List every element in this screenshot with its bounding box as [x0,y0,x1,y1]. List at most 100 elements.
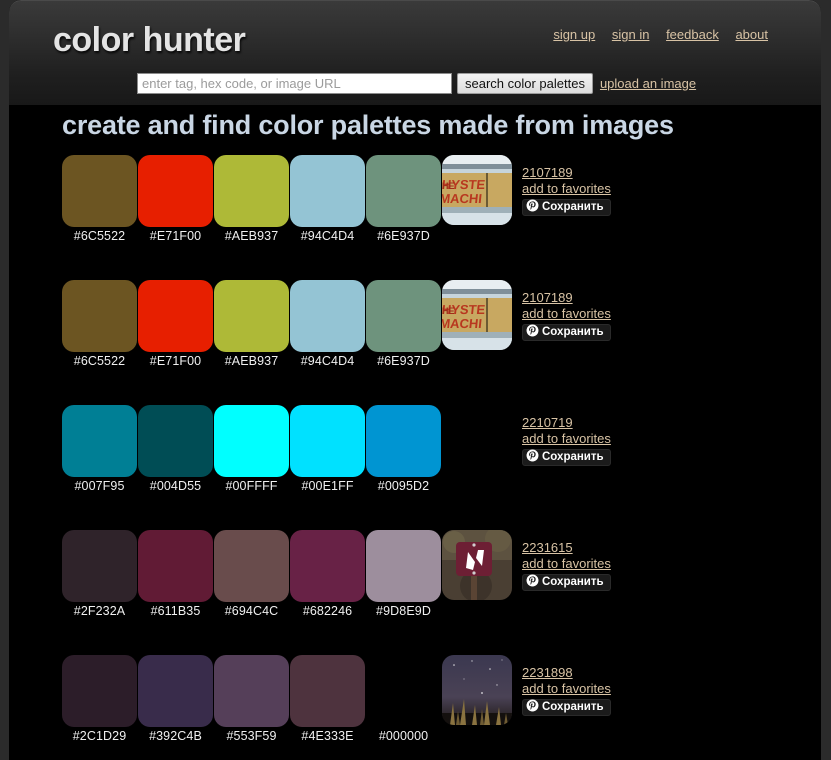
color-swatch[interactable] [214,530,289,602]
color-swatch[interactable] [366,530,441,602]
palette-meta: 2107189 add to favorites Сохранить [522,165,752,217]
page-container: color hunter sign up sign in feedback ab… [9,0,821,760]
palette-thumbnail[interactable]: HYSTE MACHI HE [442,155,512,225]
swatch-cell: #2F232A [62,530,137,618]
swatch-group: #6C5522 #E71F00 #AEB937 #94C4D4 #6E937D [62,155,442,243]
pinterest-save-label: Сохранить [542,576,604,588]
palette-thumbnail[interactable]: HYSTE MACHI HE [442,280,512,350]
add-to-favorites-link[interactable]: add to favorites [522,431,752,446]
swatch-cell: #AEB937 [214,280,289,368]
search-input[interactable] [137,73,452,94]
pinterest-save-label: Сохранить [542,701,604,713]
color-swatch[interactable] [138,280,213,352]
swatch-hex-label: #682246 [302,604,353,618]
add-to-favorites-link[interactable]: add to favorites [522,556,752,571]
nav-sign-in[interactable]: sign in [612,27,650,42]
color-swatch[interactable] [214,655,289,727]
color-swatch[interactable] [214,405,289,477]
swatch-hex-label: #007F95 [74,479,125,493]
swatch-hex-label: #392C4B [149,729,202,743]
color-swatch[interactable] [62,655,137,727]
palette-meta: 2107189 add to favorites Сохранить [522,290,752,342]
pinterest-save-button[interactable]: Сохранить [522,324,611,341]
swatch-hex-label: #6C5522 [73,354,126,368]
color-swatch[interactable] [366,280,441,352]
color-swatch[interactable] [138,530,213,602]
swatch-cell: #611B35 [138,530,213,618]
palette-id-link[interactable]: 2210719 [522,415,752,430]
swatch-hex-label: #94C4D4 [300,354,355,368]
palette-thumbnail[interactable] [442,530,512,600]
search-button[interactable]: search color palettes [457,73,593,94]
color-swatch[interactable] [62,530,137,602]
swatch-cell: #392C4B [138,655,213,743]
color-swatch[interactable] [290,405,365,477]
pinterest-icon [526,449,542,467]
color-swatch[interactable] [366,155,441,227]
color-swatch[interactable] [366,655,441,727]
swatch-group: #2C1D29 #392C4B #553F59 #4E333E #000000 [62,655,442,743]
palette-row: #6C5522 #E71F00 #AEB937 #94C4D4 #6E937D HYSTE… [9,155,821,280]
swatch-hex-label: #553F59 [226,729,277,743]
pinterest-save-button[interactable]: Сохранить [522,449,611,466]
palette-id-link[interactable]: 2107189 [522,165,752,180]
color-swatch[interactable] [62,280,137,352]
color-swatch[interactable] [290,655,365,727]
svg-text:HE: HE [442,306,455,316]
color-swatch[interactable] [214,280,289,352]
pinterest-save-label: Сохранить [542,451,604,463]
swatch-cell: #6C5522 [62,280,137,368]
swatch-cell: #94C4D4 [290,155,365,243]
swatch-hex-label: #E71F00 [149,354,202,368]
swatch-cell: #6E937D [366,280,441,368]
color-swatch[interactable] [62,155,137,227]
add-to-favorites-link[interactable]: add to favorites [522,306,752,321]
color-swatch[interactable] [138,655,213,727]
swatch-cell: #553F59 [214,655,289,743]
swatch-group: #007F95 #004D55 #00FFFF #00E1FF #0095D2 [62,405,442,493]
color-swatch[interactable] [290,280,365,352]
color-swatch[interactable] [214,155,289,227]
pinterest-save-label: Сохранить [542,326,604,338]
swatch-cell: #0095D2 [366,405,441,493]
swatch-hex-label: #4E333E [301,729,354,743]
palette-id-link[interactable]: 2107189 [522,290,752,305]
swatch-hex-label: #004D55 [149,479,202,493]
color-swatch[interactable] [366,405,441,477]
upload-image-link[interactable]: upload an image [600,76,696,91]
color-swatch[interactable] [290,155,365,227]
site-logo: color hunter [53,21,246,59]
svg-text:HE: HE [442,181,455,191]
swatch-hex-label: #6C5522 [73,229,126,243]
color-swatch[interactable] [62,405,137,477]
swatch-cell: #000000 [366,655,441,743]
svg-text:MACHI: MACHI [442,316,483,331]
palette-id-link[interactable]: 2231898 [522,665,752,680]
add-to-favorites-link[interactable]: add to favorites [522,681,752,696]
palette-thumbnail[interactable] [442,655,512,725]
add-to-favorites-link[interactable]: add to favorites [522,181,752,196]
nav-sign-up[interactable]: sign up [553,27,595,42]
swatch-cell: #E71F00 [138,280,213,368]
swatch-cell: #00FFFF [214,405,289,493]
color-swatch[interactable] [138,405,213,477]
nav-feedback[interactable]: feedback [666,27,719,42]
palette-id-link[interactable]: 2231615 [522,540,752,555]
swatch-hex-label: #00FFFF [225,479,278,493]
color-swatch[interactable] [290,530,365,602]
pinterest-save-button[interactable]: Сохранить [522,574,611,591]
color-swatch[interactable] [138,155,213,227]
pinterest-save-button[interactable]: Сохранить [522,699,611,716]
palette-row: #2C1D29 #392C4B #553F59 #4E333E #000000 22318… [9,655,821,760]
swatch-hex-label: #9D8E9D [376,604,431,618]
swatch-hex-label: #AEB937 [224,354,279,368]
pinterest-icon [526,699,542,717]
swatch-group: #2F232A #611B35 #694C4C #682246 #9D8E9D [62,530,442,618]
swatch-cell: #2C1D29 [62,655,137,743]
swatch-hex-label: #694C4C [224,604,279,618]
swatch-cell: #6E937D [366,155,441,243]
palette-row: #007F95 #004D55 #00FFFF #00E1FF #0095D2 22107… [9,405,821,530]
swatch-cell: #007F95 [62,405,137,493]
pinterest-save-button[interactable]: Сохранить [522,199,611,216]
nav-about[interactable]: about [735,27,768,42]
